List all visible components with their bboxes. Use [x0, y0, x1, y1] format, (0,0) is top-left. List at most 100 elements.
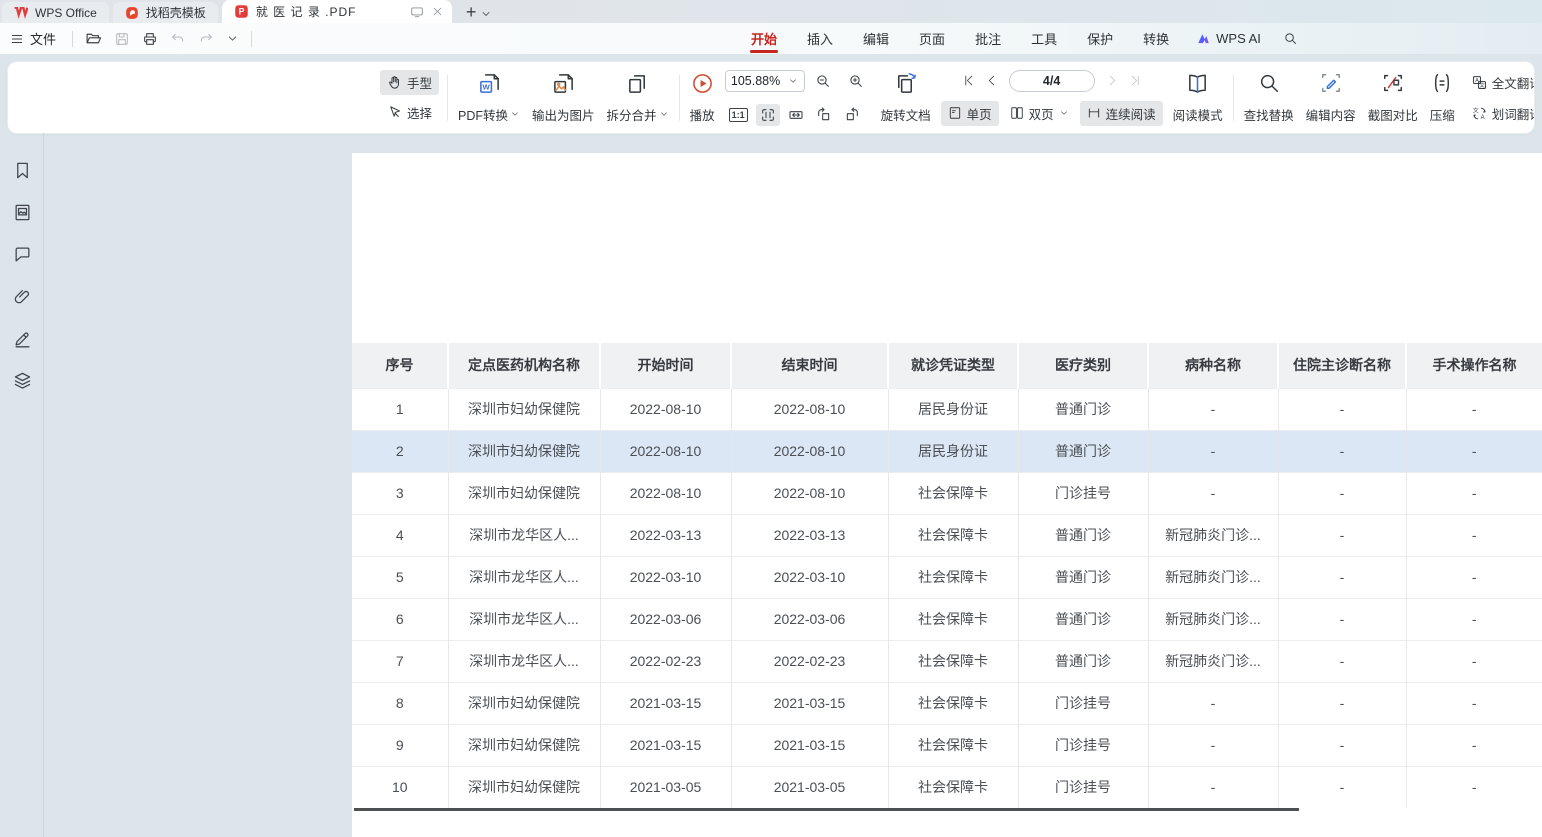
rotate-left-button[interactable]: [812, 104, 836, 126]
table-cell: 深圳市龙华区人...: [448, 640, 600, 682]
select-tool-button[interactable]: 选择: [380, 100, 439, 125]
table-cell: 居民身份证: [888, 430, 1018, 472]
hand-tool-button[interactable]: 手型: [380, 70, 439, 95]
table-cell: 普通门诊: [1018, 514, 1148, 556]
menu-search-icon[interactable]: [1273, 31, 1308, 46]
export-as-image-button[interactable]: 输出为图片: [530, 70, 597, 126]
table-cell: 5: [352, 556, 448, 598]
page-indicator-input[interactable]: 4/4: [1009, 70, 1095, 92]
hamburger-menu-icon[interactable]: [10, 32, 24, 46]
tab-list-chevron-icon[interactable]: [480, 8, 492, 20]
chevron-down-icon: [659, 109, 669, 119]
table-cell: 2021-03-05: [600, 766, 731, 808]
table-row: 7 深圳市龙华区人... 2022-02-23 2022-02-23 社会保障卡…: [352, 640, 1542, 682]
table-cell: -: [1278, 682, 1406, 724]
wps-ai-logo-icon: [1196, 32, 1211, 46]
open-file-button[interactable]: [79, 27, 108, 50]
table-cell: 3: [352, 472, 448, 514]
menu-page[interactable]: 页面: [904, 23, 960, 54]
thumbnails-panel-button[interactable]: [11, 201, 34, 224]
next-page-button[interactable]: [1101, 74, 1124, 87]
rotate-document-button[interactable]: 旋转文档: [879, 70, 933, 126]
new-tab-button[interactable]: +: [466, 3, 477, 21]
table-cell: 社会保障卡: [888, 556, 1018, 598]
table-cell: 普通门诊: [1018, 430, 1148, 472]
bookmarks-panel-button[interactable]: [11, 159, 34, 182]
zoom-out-button[interactable]: [808, 73, 838, 89]
table-cell: -: [1278, 640, 1406, 682]
double-page-button[interactable]: 双页: [1003, 101, 1076, 126]
tab-docer-templates[interactable]: 找稻壳模板: [113, 2, 218, 23]
eye-protect-monitor-icon[interactable]: [410, 5, 424, 19]
table-cell: 普通门诊: [1018, 388, 1148, 430]
fit-page-icon: [760, 107, 776, 123]
divider: [251, 31, 252, 47]
split-merge-button[interactable]: 拆分合并: [605, 70, 671, 126]
tab-document-active[interactable]: P 就 医 记 录 .PDF: [222, 0, 452, 23]
edit-pencil-icon: [1320, 72, 1342, 94]
search-icon: [1258, 72, 1280, 94]
table-cell: -: [1278, 472, 1406, 514]
menu-convert[interactable]: 转换: [1128, 23, 1184, 54]
last-page-button[interactable]: [1124, 74, 1147, 87]
compress-button[interactable]: 压缩: [1428, 70, 1457, 126]
continuous-reading-button[interactable]: 连续阅读: [1080, 101, 1163, 126]
print-button[interactable]: [136, 28, 164, 50]
save-button[interactable]: [108, 28, 136, 50]
table-row: 1 深圳市妇幼保健院 2022-08-10 2022-08-10 居民身份证 普…: [352, 388, 1542, 430]
table-cell: 普通门诊: [1018, 598, 1148, 640]
tab-wps-office[interactable]: WPS Office: [2, 2, 109, 23]
pdf-page: 序号 定点医药机构名称 开始时间 结束时间 就诊凭证类型 医疗类别 病种名称 住…: [352, 153, 1542, 837]
table-cell: 2022-02-23: [600, 640, 731, 682]
table-cell: 社会保障卡: [888, 766, 1018, 808]
table-cell: 2022-08-10: [600, 388, 731, 430]
table-header-row: 序号 定点医药机构名称 开始时间 结束时间 就诊凭证类型 医疗类别 病种名称 住…: [352, 343, 1542, 388]
full-translate-icon: A 文: [1472, 75, 1487, 90]
layers-panel-button[interactable]: [11, 369, 34, 392]
reading-mode-button[interactable]: 阅读模式: [1171, 70, 1225, 126]
attachments-panel-button[interactable]: [11, 285, 34, 308]
table-cell: 10: [352, 766, 448, 808]
word-translate-button[interactable]: 文 A 划词翻译: [1465, 101, 1534, 126]
full-text-translate-button[interactable]: A 文 全文翻译: [1465, 70, 1534, 95]
screenshot-compare-button[interactable]: 截图对比: [1366, 70, 1420, 126]
fit-width-button[interactable]: [784, 104, 808, 126]
first-page-button[interactable]: [957, 74, 980, 87]
actual-size-button[interactable]: 1:1: [725, 105, 752, 125]
pdf-convert-button[interactable]: W PDF转换: [456, 70, 522, 126]
export-image-icon: [552, 72, 575, 95]
find-replace-button[interactable]: 查找替换: [1242, 70, 1296, 126]
hand-icon: [387, 75, 402, 90]
chevron-down-icon: [788, 76, 798, 86]
zoom-level-select[interactable]: 105.88%: [725, 70, 805, 92]
menu-protect[interactable]: 保护: [1072, 23, 1128, 54]
fit-page-button[interactable]: [756, 104, 780, 126]
signature-panel-button[interactable]: [11, 327, 34, 350]
single-page-button[interactable]: 单页: [941, 101, 999, 126]
table-cell: 2: [352, 430, 448, 472]
menu-home[interactable]: 开始: [736, 23, 792, 54]
signature-pen-icon: [13, 329, 32, 348]
menu-edit[interactable]: 编辑: [848, 23, 904, 54]
wps-ai-button[interactable]: WPS AI: [1184, 31, 1273, 46]
comments-panel-button[interactable]: [11, 243, 34, 266]
edit-content-button[interactable]: 编辑内容: [1304, 70, 1358, 126]
chevron-down-icon: [510, 109, 520, 119]
redo-button[interactable]: [192, 28, 220, 50]
menu-tools[interactable]: 工具: [1016, 23, 1072, 54]
table-row: 3 深圳市妇幼保健院 2022-08-10 2022-08-10 社会保障卡 门…: [352, 472, 1542, 514]
table-cell: 2022-08-10: [731, 388, 888, 430]
previous-page-button[interactable]: [980, 74, 1003, 87]
undo-button[interactable]: [164, 28, 192, 50]
menu-insert[interactable]: 插入: [792, 23, 848, 54]
single-page-icon: [948, 106, 962, 120]
tab-close-icon[interactable]: [431, 5, 444, 18]
file-menu-button[interactable]: 文件: [30, 29, 56, 48]
quickbar-more-chevron-icon[interactable]: [220, 29, 245, 48]
zoom-in-button[interactable]: [841, 73, 871, 89]
menu-annotate[interactable]: 批注: [960, 23, 1016, 54]
play-button[interactable]: 播放: [688, 70, 717, 126]
rotate-right-button[interactable]: [840, 104, 864, 126]
bookmark-icon: [13, 161, 32, 180]
table-cell: 2022-08-10: [600, 430, 731, 472]
